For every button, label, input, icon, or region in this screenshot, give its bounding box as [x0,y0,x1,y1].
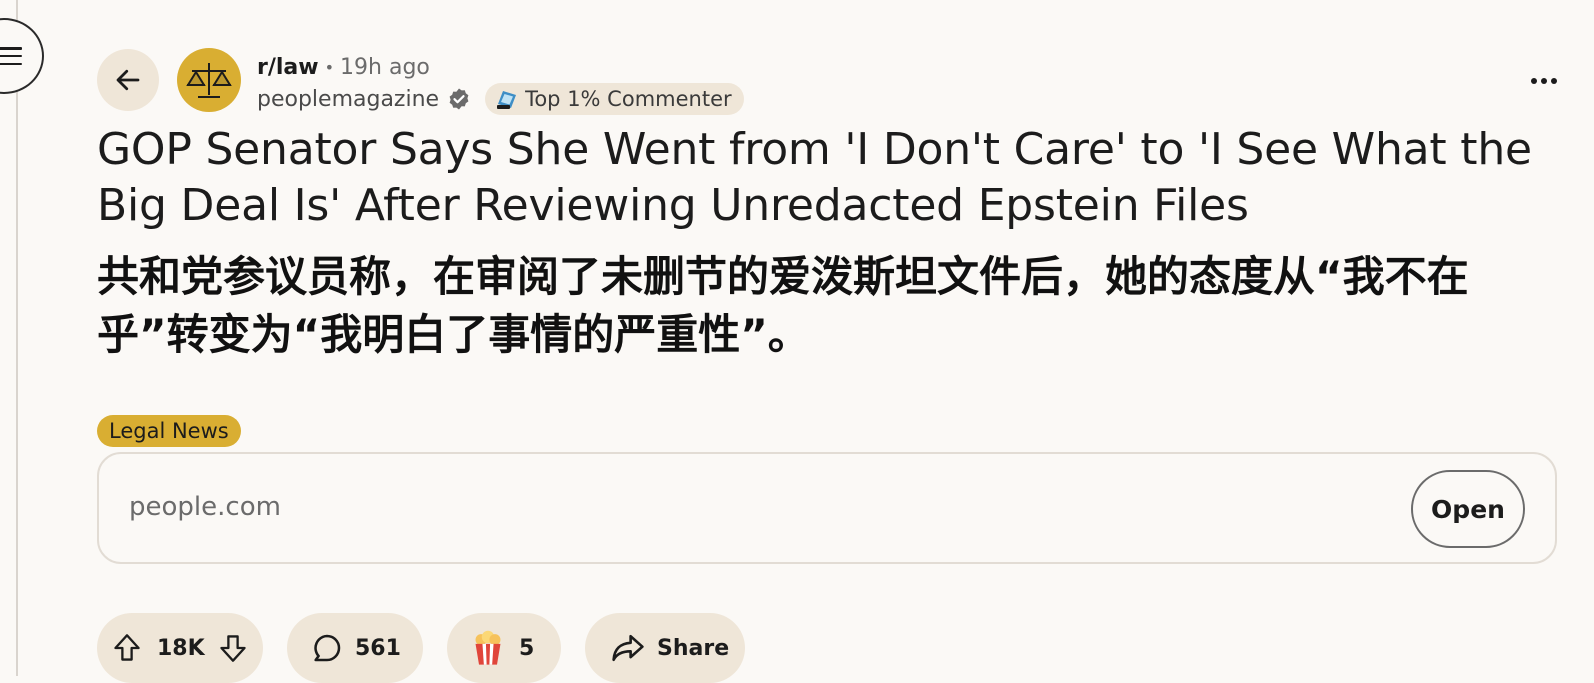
link-domain: people.com [129,492,281,522]
subreddit-name[interactable]: r/law [257,55,319,80]
comments-button[interactable]: 561 [287,613,423,683]
post-meta: r/law • 19h ago [257,52,430,82]
downvote-button[interactable] [219,633,247,663]
comment-count: 561 [355,635,401,661]
subreddit-avatar[interactable] [177,48,241,112]
open-link-button[interactable]: Open [1411,470,1525,548]
badge-label: Top 1% Commenter [525,87,732,111]
popcorn-icon [471,630,505,666]
vote-count: 18K [157,635,205,661]
downvote-arrow-icon [219,635,246,662]
upvote-button[interactable] [113,633,141,663]
upvote-arrow-icon [114,634,140,661]
comment-bubble-icon [311,632,343,664]
meta-separator: • [324,57,335,77]
post-title-translation: 共和党参议员称，在审阅了未删节的爱泼斯坦文件后，她的态度从“我不在乎”转变为“我… [97,252,1469,359]
scales-of-justice-icon [186,63,232,98]
commenter-badge[interactable]: Top 1% Commenter [485,83,744,115]
vote-bar: 18K [97,613,263,683]
share-label: Share [657,635,730,661]
award-count: 5 [519,635,535,661]
more-horizontal-icon [1531,78,1557,84]
menu-button[interactable] [0,18,44,94]
share-arrow-icon [611,633,645,663]
author-name[interactable]: peoplemagazine [257,87,439,112]
left-rail [0,0,18,676]
link-preview-card[interactable]: people.com Open [97,452,1557,564]
share-button[interactable]: Share [585,613,745,683]
post-title: GOP Senator Says She Went from 'I Don't … [97,124,1532,231]
post-time: 19h ago [340,54,430,80]
achievement-icon [497,91,517,109]
arrow-left-icon [116,69,140,91]
award-button[interactable]: 5 [447,613,561,683]
author-line: peoplemagazine Top 1% Commenter [257,83,744,115]
post-flair[interactable]: Legal News [97,415,241,447]
hamburger-icon [0,47,22,65]
verified-check-icon [447,87,471,111]
more-options-button[interactable] [1522,66,1566,96]
back-button[interactable] [97,49,159,111]
